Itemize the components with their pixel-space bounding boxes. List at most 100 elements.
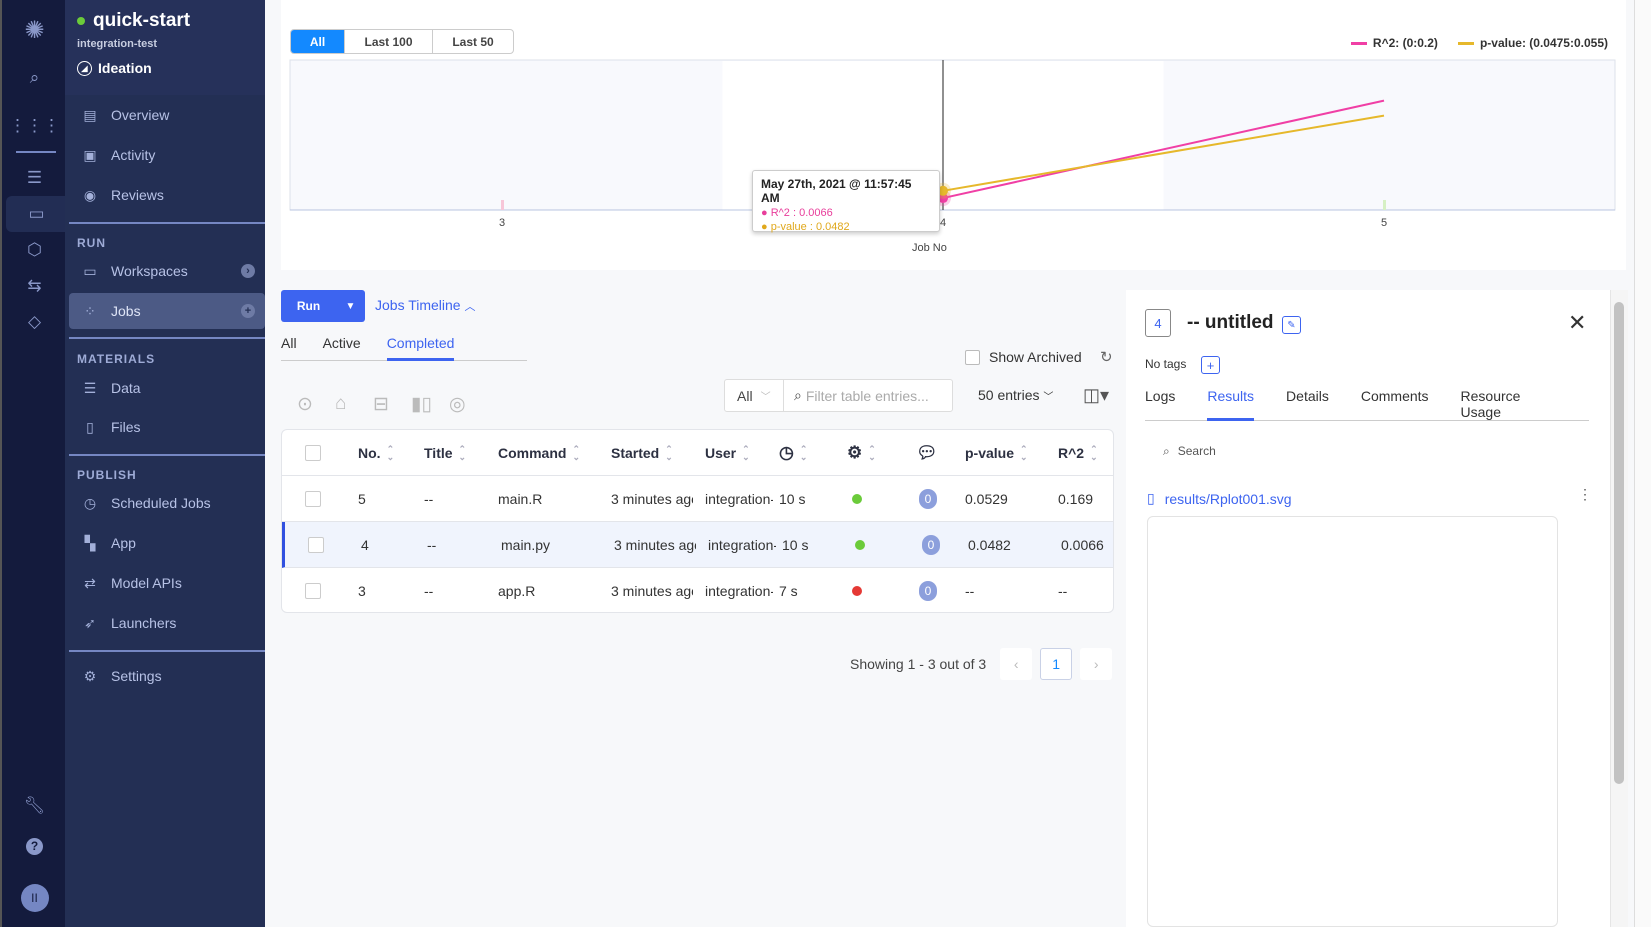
add-tag-button[interactable]: + <box>1201 356 1220 374</box>
folder-open-icon[interactable]: ▭ <box>6 196 67 232</box>
page-button[interactable]: 1 <box>1040 648 1073 680</box>
cell-command[interactable]: main.py <box>501 522 550 568</box>
column-command[interactable]: Command ⌃ ⌄ <box>498 430 580 476</box>
tab-logs[interactable]: Logs <box>1145 388 1175 420</box>
tab-completed[interactable]: Completed <box>386 335 455 361</box>
cell-command[interactable]: app.R <box>498 568 535 612</box>
row-checkbox[interactable] <box>305 583 321 599</box>
legend-item-pvalue[interactable]: p-value: (0.0475:0.055) <box>1457 36 1608 50</box>
tag-icon[interactable]: ◇ <box>2 304 67 340</box>
wrench-icon[interactable]: 🔧︎ <box>2 788 67 824</box>
range-last-100-button[interactable]: Last 100 <box>345 30 433 53</box>
tag-icon[interactable]: ⌂ <box>335 393 373 416</box>
apps-grid-icon[interactable]: ⋮⋮⋮ <box>2 108 67 144</box>
jobs-timeline-toggle[interactable]: Jobs Timeline ︿ <box>375 297 475 314</box>
tab-results[interactable]: Results <box>1207 388 1255 421</box>
close-icon[interactable]: ✕ <box>1568 310 1586 336</box>
target-icon[interactable]: ◎ <box>449 393 487 416</box>
nav-item-files[interactable]: ▯ Files <box>69 409 265 445</box>
nav-item-launchers[interactable]: ➶ Launchers <box>69 605 265 641</box>
chevron-down-icon: ﹀ <box>1043 392 1054 403</box>
show-archived-checkbox[interactable] <box>965 349 980 365</box>
tab-resource-usage[interactable]: Resource Usage <box>1461 388 1557 420</box>
column-comments[interactable]: 💬︎ <box>916 430 938 476</box>
archive-icon[interactable]: ⊟ <box>373 393 411 416</box>
legend-swatch <box>1457 41 1474 45</box>
nav-item-scheduled-jobs[interactable]: ◷ Scheduled Jobs <box>69 485 265 521</box>
add-icon[interactable]: + <box>241 304 255 318</box>
run-button[interactable]: Run ▼ <box>281 290 365 322</box>
column-started[interactable]: Started ⌃ ⌄ <box>611 430 673 476</box>
nav-item-reviews[interactable]: ◉ Reviews <box>69 177 265 213</box>
column-user[interactable]: User ⌃ ⌄ <box>705 430 750 476</box>
row-checkbox[interactable] <box>305 491 321 507</box>
column-picker-icon[interactable]: ◫▾ <box>1083 385 1109 406</box>
help-icon[interactable]: ? <box>2 828 67 864</box>
comment-count-badge[interactable]: 0 <box>919 489 937 509</box>
entries-per-page-select[interactable]: 50 entries ﹀ <box>978 387 1053 403</box>
expand-icon[interactable]: › <box>241 264 255 278</box>
tab-comments[interactable]: Comments <box>1361 388 1429 420</box>
search-icon[interactable]: ⌕ <box>2 60 67 96</box>
cell-no[interactable]: 3 <box>358 568 366 612</box>
prev-page-button[interactable]: ‹ <box>1000 648 1033 680</box>
filter-column-select[interactable]: All ﹀ <box>725 380 784 411</box>
column-duration[interactable]: ◷ ⌃ ⌄ <box>779 430 807 476</box>
database-icon[interactable]: ☰ <box>2 160 67 196</box>
range-last-50-button[interactable]: Last 50 <box>433 30 513 53</box>
tab-all[interactable]: All <box>281 335 297 360</box>
table-row[interactable]: 5 -- main.R 3 minutes ago integration-test 10… <box>282 476 1113 522</box>
nav-item-overview[interactable]: ▤ Overview <box>69 97 265 133</box>
stop-icon[interactable]: ⊙ <box>297 393 335 416</box>
results-search-input[interactable]: ⌕ Search <box>1163 442 1224 459</box>
more-options-icon[interactable]: ⋮ <box>1578 486 1592 503</box>
row-checkbox[interactable] <box>308 537 324 553</box>
monitor-icon: ▭ <box>83 262 97 279</box>
comment-count-badge[interactable]: 0 <box>919 581 937 601</box>
cell-status <box>852 568 862 612</box>
tab-active[interactable]: Active <box>323 335 361 360</box>
column-status[interactable]: ⚙ ⌃ ⌄ <box>847 430 876 476</box>
column-no[interactable]: No. ⌃ ⌄ <box>358 430 394 476</box>
status-dot <box>855 540 865 550</box>
compare-icon[interactable]: ▮▯ <box>411 393 449 416</box>
arrows-swap-icon[interactable]: ⇆ <box>2 268 67 304</box>
tooltip-title: May 27th, 2021 @ 11:57:45 AM <box>761 177 912 205</box>
cell-command[interactable]: main.R <box>498 476 542 522</box>
detail-scrollbar[interactable] <box>1614 302 1624 784</box>
cube-icon[interactable]: ⬡ <box>2 232 67 268</box>
table-row[interactable]: 3 -- app.R 3 minutes ago integration-test 7 s… <box>282 568 1113 612</box>
nav-item-data[interactable]: ☰ Data <box>69 370 265 406</box>
nav-item-activity[interactable]: ▣ Activity <box>69 137 265 173</box>
column-pvalue[interactable]: p-value ⌃ ⌄ <box>965 430 1028 476</box>
next-page-button[interactable]: › <box>1080 648 1113 680</box>
nav-item-settings[interactable]: ⚙ Settings <box>69 658 265 694</box>
filter-input[interactable]: ⌕ Filter table entries... <box>784 380 952 411</box>
nav-section-publish: PUBLISH <box>77 468 137 482</box>
run-dropdown-caret-icon[interactable]: ▼ <box>336 301 365 312</box>
cell-no[interactable]: 5 <box>358 476 366 522</box>
refresh-icon[interactable]: ↻ <box>1100 348 1113 366</box>
project-name[interactable]: quick-start <box>77 10 253 32</box>
project-stage[interactable]: ◢ Ideation <box>77 60 253 76</box>
legend-item-r2[interactable]: R^2: (0:0.2) <box>1350 36 1438 50</box>
range-all-button[interactable]: All <box>291 30 345 53</box>
column-title[interactable]: Title ⌃ ⌄ <box>424 430 466 476</box>
select-all-checkbox[interactable] <box>305 445 321 461</box>
nav-item-jobs[interactable]: ⁘ Jobs + <box>69 293 265 329</box>
nav-item-model-apis[interactable]: ⇄ Model APIs <box>69 565 265 601</box>
show-archived-toggle[interactable]: Show Archived <box>965 349 1082 365</box>
comment-count-badge[interactable]: 0 <box>922 535 940 555</box>
edit-title-icon[interactable]: ✎ <box>1282 316 1301 334</box>
table-row[interactable]: 4 -- main.py 3 minutes ago integration-test 1… <box>282 522 1113 568</box>
page-scrollbar[interactable] <box>1634 0 1651 927</box>
result-file-link[interactable]: ▯ results/Rplot001.svg <box>1147 490 1292 507</box>
avatar[interactable]: II <box>2 880 67 916</box>
column-r2[interactable]: R^2 ⌃ ⌄ <box>1058 430 1098 476</box>
nav-item-app[interactable]: ▚ App <box>69 525 265 561</box>
cell-no[interactable]: 4 <box>361 522 369 568</box>
chart-tooltip: May 27th, 2021 @ 11:57:45 AM ● R^2 : 0.0… <box>752 170 940 233</box>
nav-item-workspaces[interactable]: ▭ Workspaces › <box>69 253 265 289</box>
logo-icon[interactable]: ✺ <box>2 12 67 48</box>
tab-details[interactable]: Details <box>1286 388 1329 420</box>
